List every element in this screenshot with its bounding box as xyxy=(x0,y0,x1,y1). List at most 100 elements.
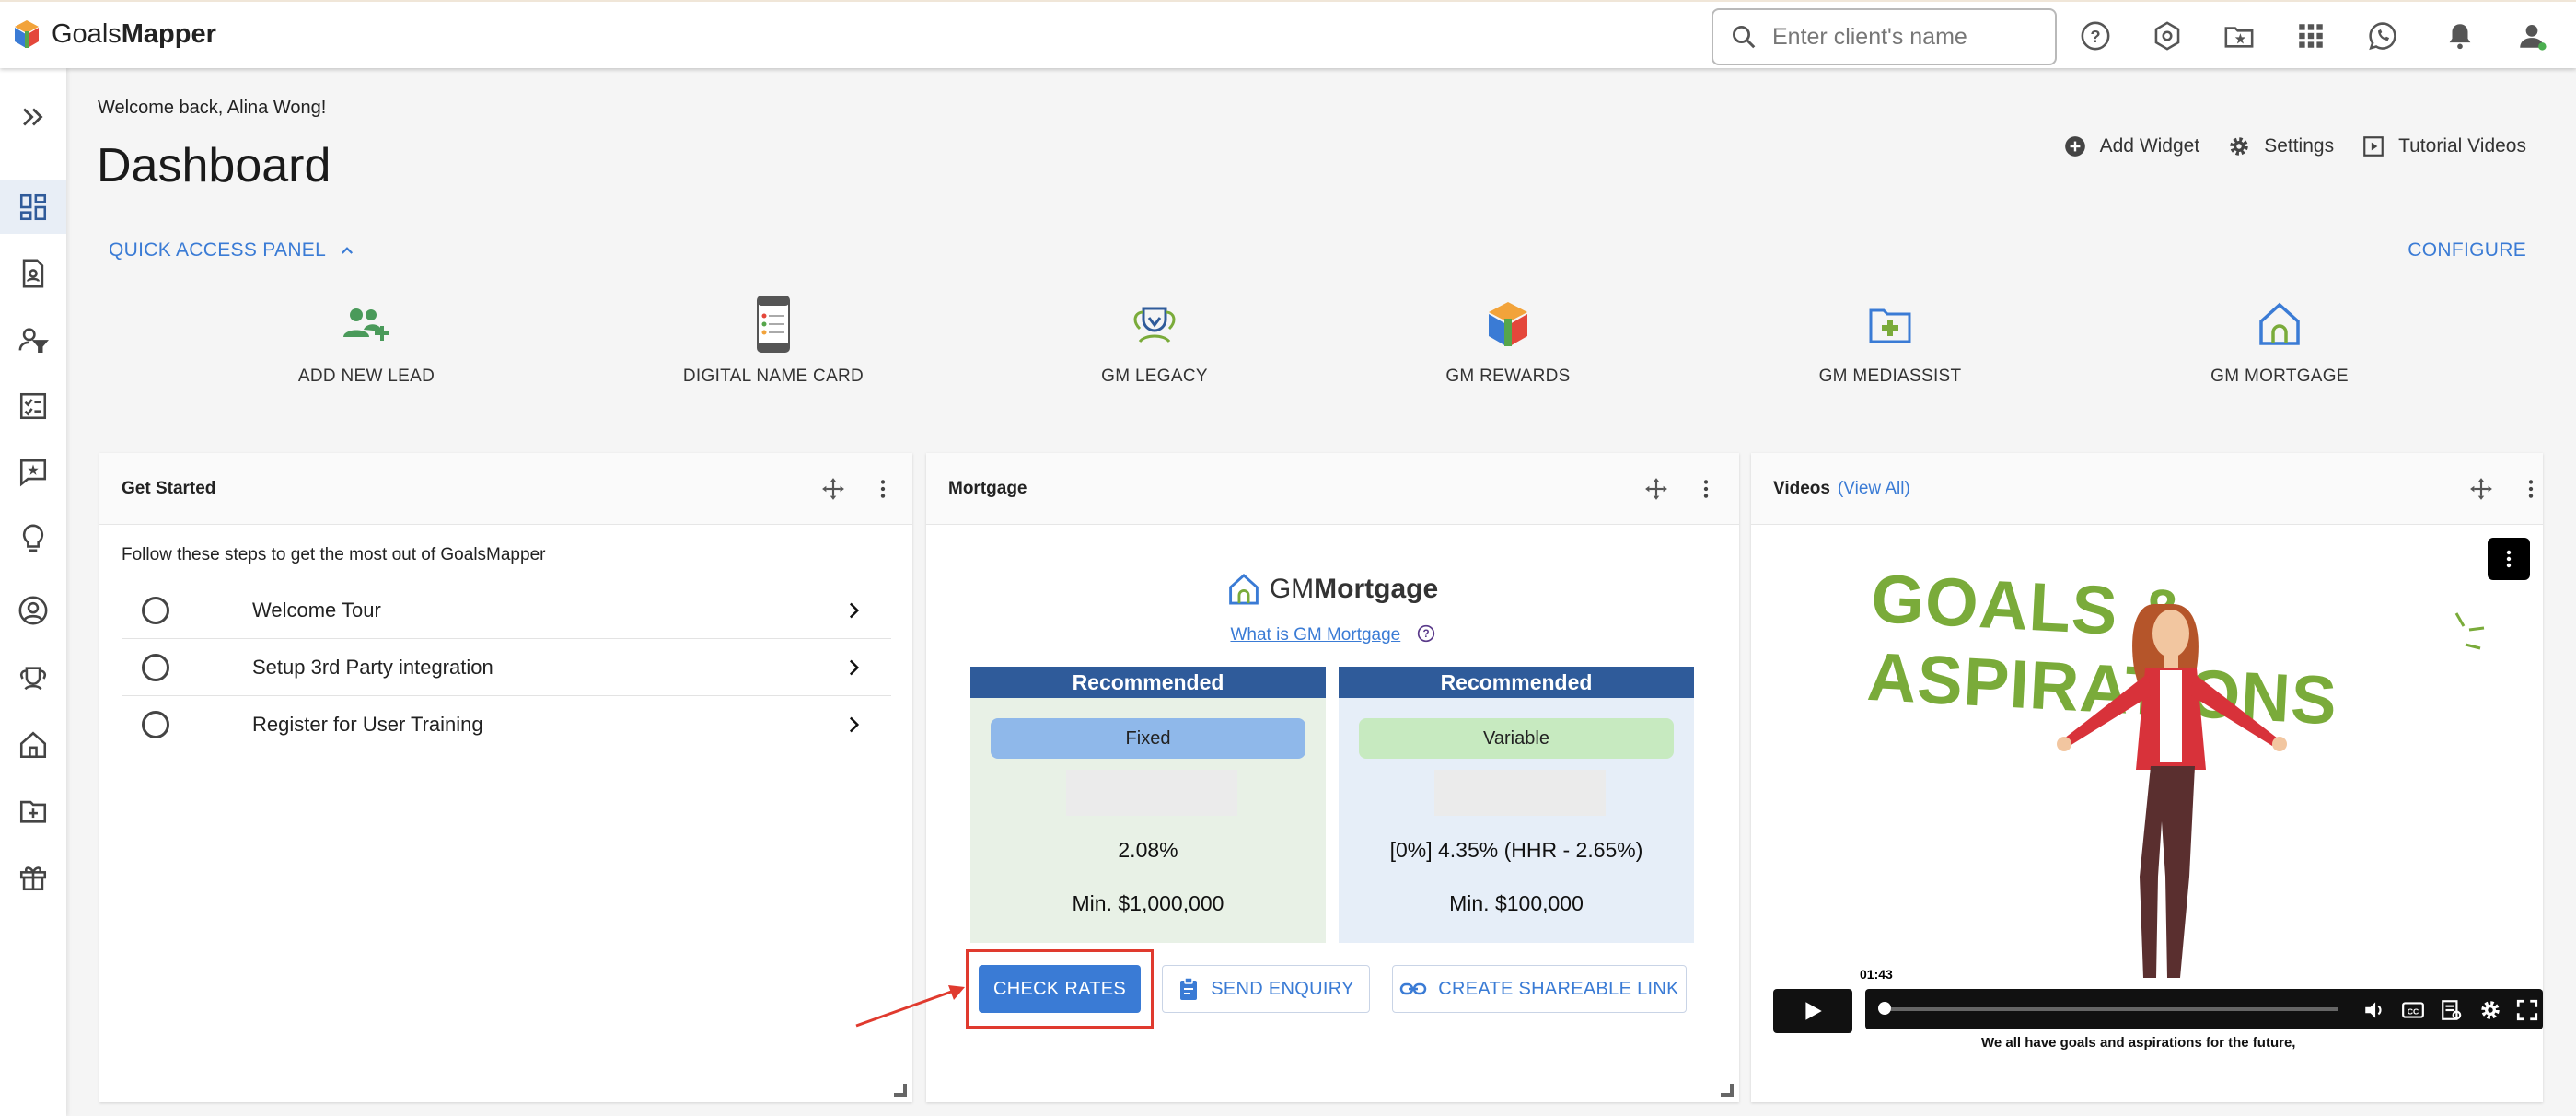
video-character-illustration xyxy=(2057,604,2287,978)
recommended-label: Recommended xyxy=(1339,667,1694,698)
settings-gear-icon xyxy=(2230,137,2248,156)
lead-filter-icon[interactable] xyxy=(0,313,66,366)
mortgage-icon[interactable] xyxy=(0,718,66,772)
bank-logo-placeholder xyxy=(1434,770,1606,816)
legacy-icon[interactable] xyxy=(0,652,66,705)
video-time: 01:43 xyxy=(1860,967,1893,982)
create-shareable-link-button[interactable]: CREATE SHAREABLE LINK xyxy=(1392,965,1687,1013)
variable-rate-column: Recommended Variable [0%] 4.35% (HHR - 2… xyxy=(1339,667,1694,943)
header-actions: Add Widget Settings Tutorial Videos xyxy=(2063,134,2526,158)
mortgage-header: Mortgage xyxy=(926,453,1739,525)
gm-mortgage-icon xyxy=(1228,573,1259,605)
feedback-icon[interactable] xyxy=(0,446,66,499)
mediassist-icon[interactable] xyxy=(0,785,66,838)
transcript-icon[interactable] xyxy=(2440,998,2464,1022)
progress-track[interactable] xyxy=(1882,1007,2338,1011)
quick-digital-name-card[interactable]: DIGITAL NAME CARD xyxy=(635,295,911,387)
left-sidebar xyxy=(0,68,66,1116)
dashboard-icon[interactable] xyxy=(0,180,66,234)
step-row[interactable]: Setup 3rd Party integration xyxy=(122,639,891,696)
add-lead-icon xyxy=(343,308,389,341)
settings-gear-icon[interactable] xyxy=(2150,18,2185,53)
welcome-text: Welcome back, Alina Wong! xyxy=(98,98,327,118)
apps-grid-icon[interactable] xyxy=(2293,18,2328,53)
expand-icon[interactable] xyxy=(0,90,66,144)
search-input[interactable] xyxy=(1772,23,2030,51)
rewards-gift-icon[interactable] xyxy=(0,851,66,904)
resize-handle[interactable] xyxy=(894,1084,907,1097)
rate-value: 2.08% xyxy=(1118,838,1178,862)
get-started-intro: Follow these steps to get the most out o… xyxy=(122,545,546,564)
what-is-gm-mortgage-link[interactable]: What is GM Mortgage ? xyxy=(926,624,1739,645)
app-logo[interactable]: GoalsMapper xyxy=(13,18,216,50)
volume-icon[interactable] xyxy=(2362,998,2386,1022)
get-started-header: Get Started xyxy=(99,453,912,525)
step-row[interactable]: Register for User Training xyxy=(122,696,891,753)
get-started-widget: Get Started Follow these steps to get th… xyxy=(99,453,912,1102)
more-vertical-icon[interactable] xyxy=(2519,477,2543,501)
quick-gm-mediassist[interactable]: GM MEDIASSIST xyxy=(1752,295,2028,387)
ideas-icon[interactable] xyxy=(0,512,66,565)
video-more-icon[interactable] xyxy=(2488,538,2530,580)
sparkle-lines xyxy=(2454,612,2485,650)
send-enquiry-button[interactable]: SEND ENQUIRY xyxy=(1162,965,1370,1013)
top-bar: GoalsMapper ? xyxy=(0,0,2576,68)
chevron-right-icon xyxy=(849,659,860,675)
settings-button[interactable]: Settings xyxy=(2227,134,2334,158)
step-radio[interactable] xyxy=(142,653,169,681)
page-title: Dashboard xyxy=(97,139,331,192)
whatsapp-icon[interactable] xyxy=(2365,18,2400,53)
view-all-link[interactable]: (View All) xyxy=(1838,479,1910,499)
variable-rate-body: Variable [0%] 4.35% (HHR - 2.65%) Min. $… xyxy=(1339,698,1694,943)
play-button[interactable] xyxy=(1773,989,1852,1033)
rate-type-badge: Variable xyxy=(1359,718,1674,759)
client-search[interactable] xyxy=(1712,8,2057,65)
play-box-icon xyxy=(2363,136,2384,157)
recommended-label: Recommended xyxy=(970,667,1326,698)
closed-captions-icon[interactable]: CC xyxy=(2401,998,2425,1022)
drag-move-icon[interactable] xyxy=(821,477,845,501)
app-name: GoalsMapper xyxy=(52,18,216,49)
min-loan-value: Min. $100,000 xyxy=(1449,891,1584,915)
progress-handle[interactable] xyxy=(1878,1002,1891,1015)
chevron-up-icon xyxy=(342,247,354,254)
rate-value: [0%] 4.35% (HHR - 2.65%) xyxy=(1389,838,1643,862)
help-icon[interactable]: ? xyxy=(2078,18,2113,53)
clients-icon[interactable] xyxy=(0,247,66,300)
video-player[interactable]: GOALS & ASPIRATIONS 01:43 CC We all have… xyxy=(1751,525,2543,1102)
fixed-rate-body: Fixed 2.08% Min. $1,000,000 xyxy=(970,698,1326,943)
step-radio[interactable] xyxy=(142,596,169,624)
drag-move-icon[interactable] xyxy=(1644,477,1668,501)
quick-gm-legacy[interactable]: GM LEGACY xyxy=(1016,295,1293,387)
account-icon[interactable] xyxy=(2514,18,2549,53)
profile-icon[interactable] xyxy=(0,584,66,637)
play-icon xyxy=(1805,1002,1822,1020)
step-row[interactable]: Welcome Tour xyxy=(122,582,891,639)
configure-button[interactable]: CONFIGURE xyxy=(2408,239,2526,262)
more-vertical-icon[interactable] xyxy=(1694,477,1718,501)
svg-text:CC: CC xyxy=(2408,1006,2419,1016)
help-circle-icon[interactable]: ? xyxy=(1417,624,1435,643)
fullscreen-icon[interactable] xyxy=(2515,998,2539,1022)
tasks-icon[interactable] xyxy=(0,379,66,433)
drag-move-icon[interactable] xyxy=(2469,477,2493,501)
resize-handle[interactable] xyxy=(1721,1084,1734,1097)
bell-icon[interactable] xyxy=(2443,18,2477,53)
fixed-rate-column: Recommended Fixed 2.08% Min. $1,000,000 xyxy=(970,667,1326,943)
svg-text:?: ? xyxy=(2090,27,2100,46)
quick-gm-mortgage[interactable]: GM MORTGAGE xyxy=(2141,295,2418,387)
step-radio[interactable] xyxy=(142,711,169,738)
add-widget-button[interactable]: Add Widget xyxy=(2063,134,2199,158)
quick-add-new-lead[interactable]: ADD NEW LEAD xyxy=(228,295,505,387)
settings-gear-icon[interactable] xyxy=(2478,998,2502,1022)
video-caption: We all have goals and aspirations for th… xyxy=(1981,1035,2296,1051)
tutorial-videos-button[interactable]: Tutorial Videos xyxy=(2361,134,2526,158)
gm-mediassist-icon xyxy=(1869,308,1911,343)
more-vertical-icon[interactable] xyxy=(871,477,895,501)
goalsmapper-logo-icon xyxy=(15,20,39,48)
gm-legacy-icon xyxy=(1133,307,1176,343)
name-card-icon xyxy=(757,296,790,353)
quick-gm-rewards[interactable]: GM REWARDS xyxy=(1370,295,1646,387)
folder-star-icon[interactable] xyxy=(2222,18,2257,53)
quick-access-toggle[interactable]: QUICK ACCESS PANEL xyxy=(109,239,355,262)
